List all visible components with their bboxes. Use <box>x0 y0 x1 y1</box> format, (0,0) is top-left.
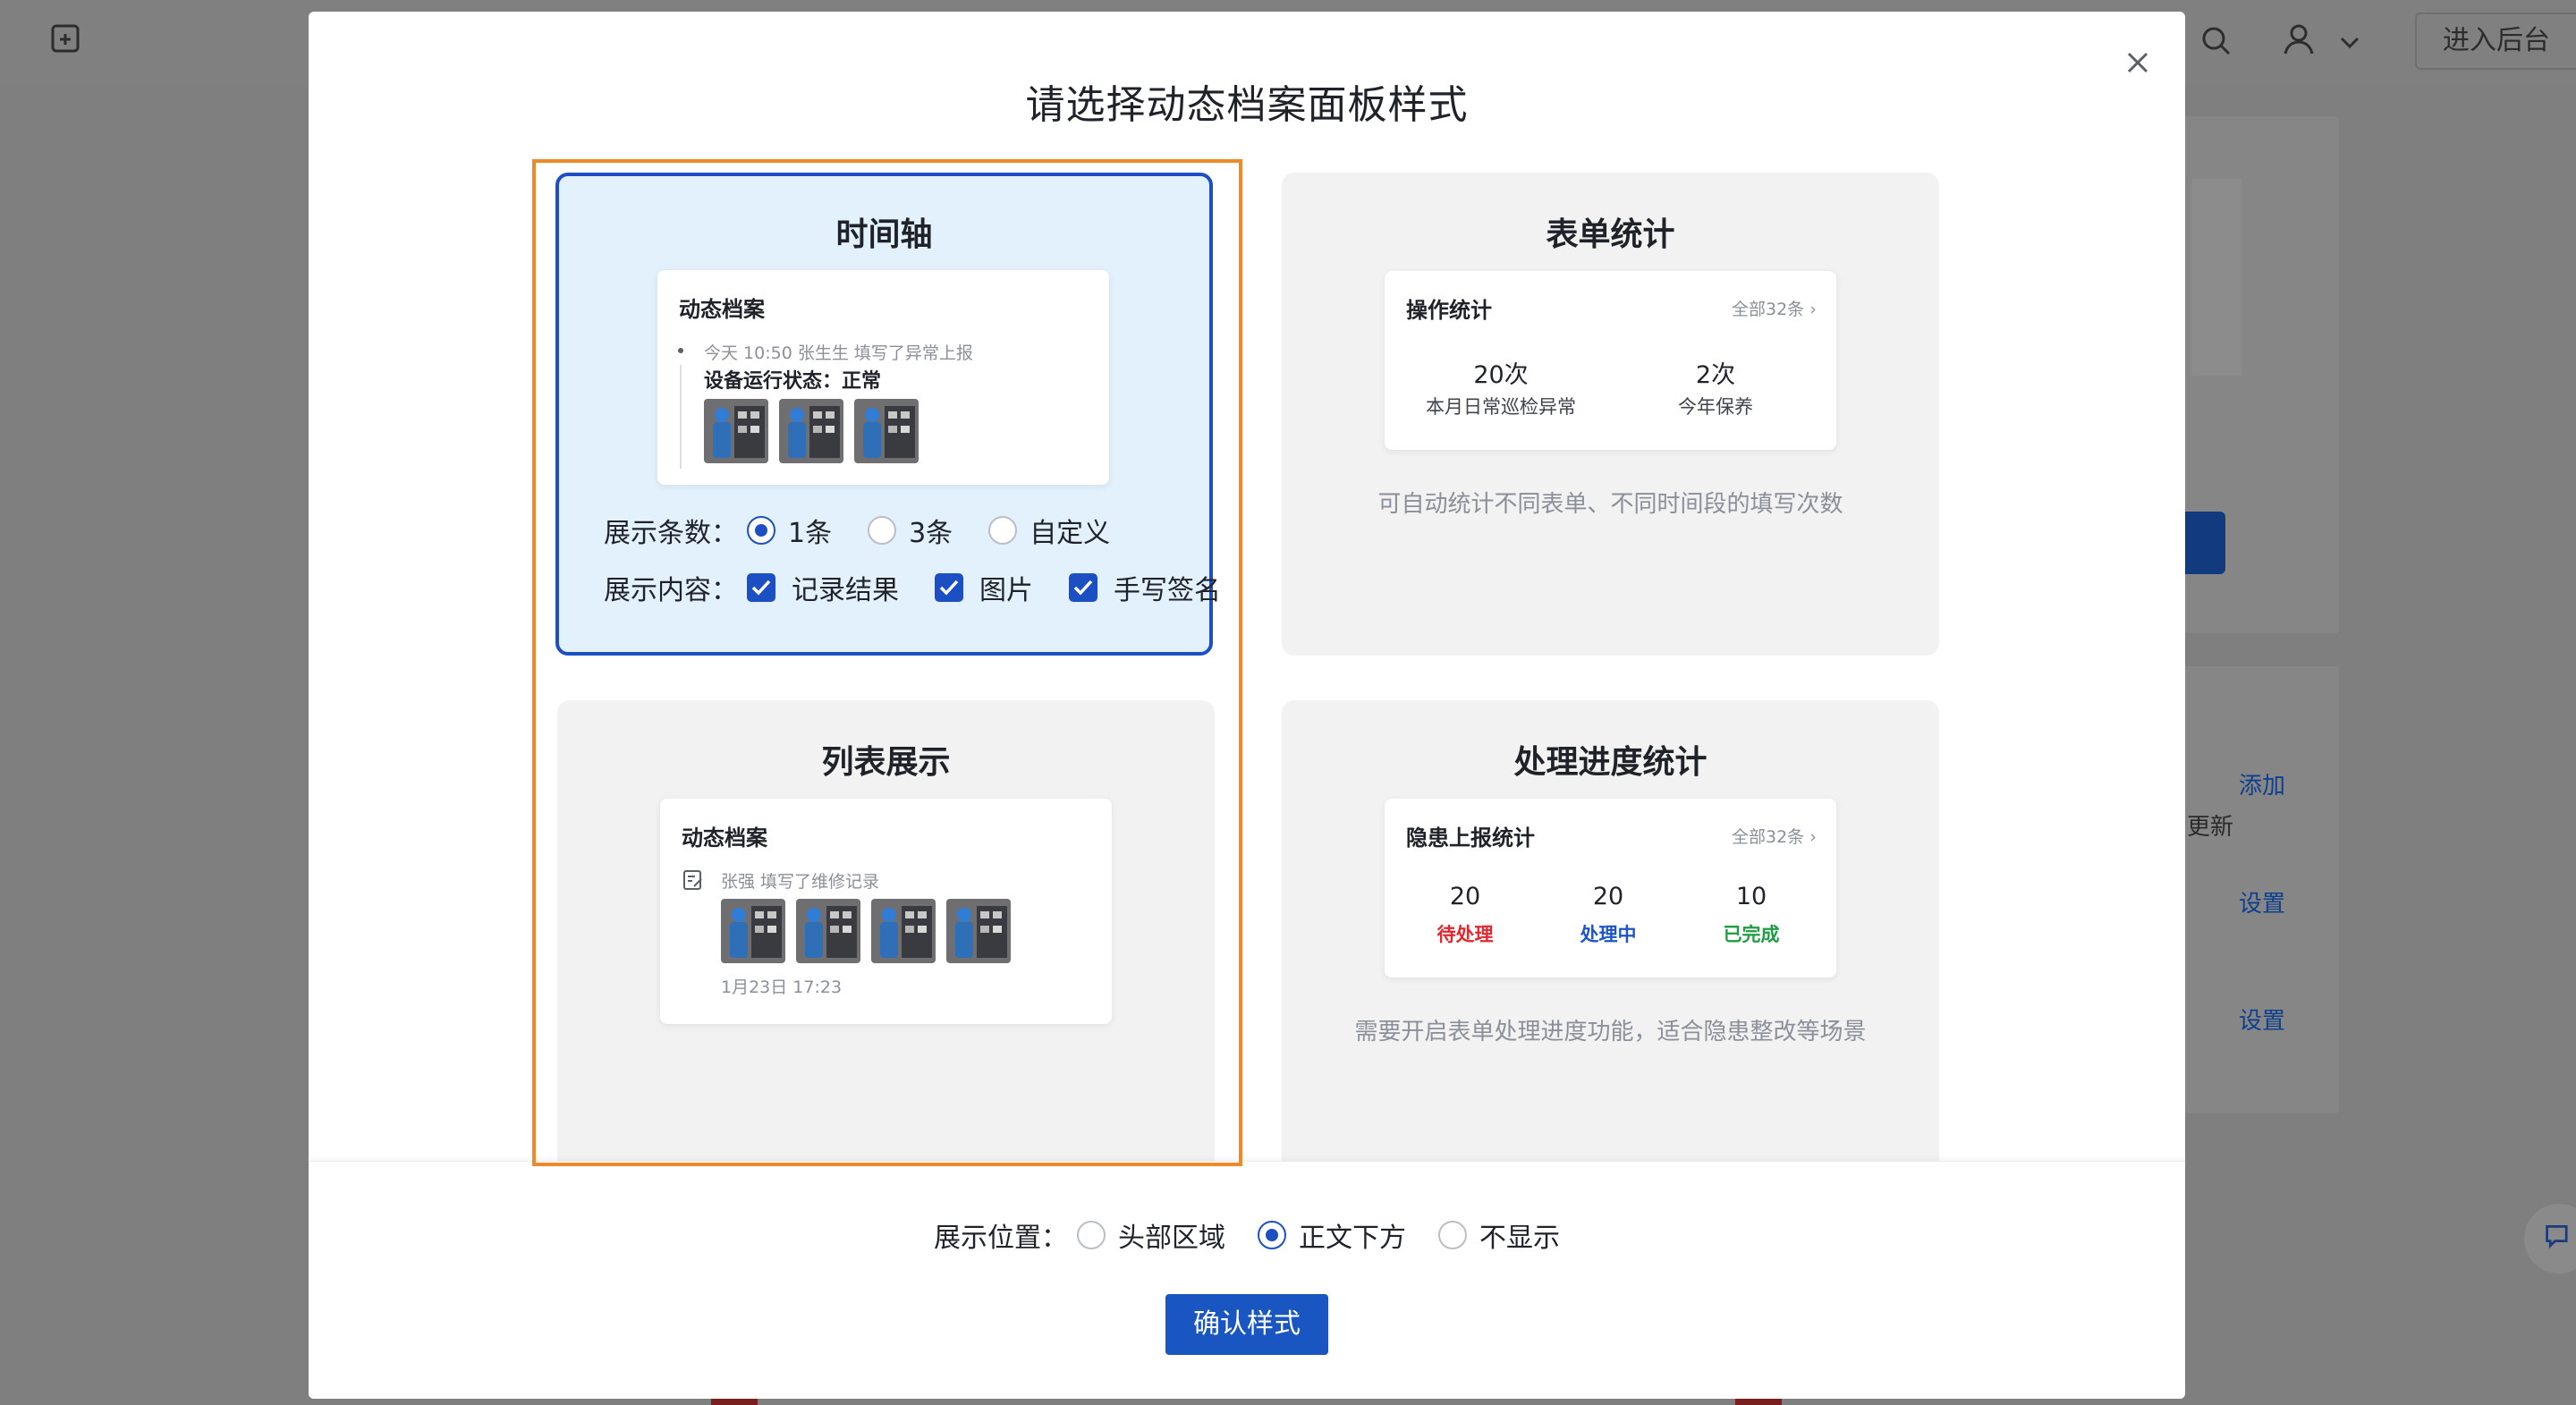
chevron-right-icon: › <box>1809 827 1817 847</box>
style-card-progress-stats[interactable]: 处理进度统计 隐患上报统计 全部32条 › 20 待处理 20 处理中 10 已… <box>1282 700 1939 1161</box>
checkbox-checked[interactable] <box>747 573 775 602</box>
new-note-icon[interactable] <box>50 23 82 55</box>
card-title: 时间轴 <box>835 216 933 253</box>
display-content-label: 展示内容： <box>604 575 738 606</box>
preview-heading: 动态档案 <box>679 297 765 322</box>
option-label: 3条 <box>909 518 953 549</box>
chat-button[interactable] <box>2524 1204 2576 1274</box>
stat-label-processing: 处理中 <box>1580 924 1637 945</box>
photo-thumbnail <box>779 399 843 463</box>
photo-thumbnail <box>721 899 785 963</box>
option-label: 图片 <box>979 575 1033 606</box>
stat-value: 2次 <box>1695 361 1736 389</box>
count-option-custom[interactable]: 自定义 <box>988 511 1110 550</box>
stat-label-completed: 已完成 <box>1723 924 1780 945</box>
count-option-3[interactable]: 3条 <box>868 511 953 550</box>
chat-icon <box>2546 1225 2568 1249</box>
timeline-line <box>678 348 683 469</box>
stat-value: 20次 <box>1473 361 1529 389</box>
update-text: 更新 <box>2187 814 2234 841</box>
placeholder-block <box>2191 179 2241 376</box>
user-icon[interactable] <box>2281 21 2317 57</box>
dialog-title: 请选择动态档案面板样式 <box>1025 82 1469 128</box>
style-card-timeline[interactable]: 时间轴 动态档案 今天 10:50 张生生 填写了异常上报 设备运行状态：正常 <box>555 173 1221 656</box>
form-stats-preview: 操作统计 全部32条 › 20次 本月日常巡检异常 2次 今年保养 <box>1385 271 1836 450</box>
card-title: 表单统计 <box>1546 216 1675 253</box>
photo-thumbnail <box>796 899 860 963</box>
content-option-record-result[interactable]: 记录结果 <box>747 568 899 607</box>
timeline-preview: 动态档案 今天 10:50 张生生 填写了异常上报 设备运行状态：正常 <box>657 270 1109 485</box>
chevron-down-icon[interactable] <box>2336 29 2363 55</box>
record-status: 设备运行状态：正常 <box>704 370 882 393</box>
option-label: 不显示 <box>1479 1223 1560 1254</box>
stat-value: 20 <box>1592 883 1624 910</box>
style-options-area[interactable]: 请选择动态档案面板样式 时间轴 动态档案 今天 10:50 张生生 填写了异常上… <box>309 12 2185 1161</box>
position-option-hidden[interactable]: 不显示 <box>1438 1215 1560 1255</box>
display-content-row: 展示内容： 记录结果 图片 手写签名 <box>604 568 1221 607</box>
photo-thumbnail <box>854 399 919 463</box>
option-label: 记录结果 <box>792 575 899 606</box>
dialog-footer: 展示位置： 头部区域 正文下方 不显示 确认样式 <box>309 1161 2185 1399</box>
position-option-below-body[interactable]: 正文下方 <box>1258 1215 1406 1255</box>
preview-heading: 隐患上报统计 <box>1406 825 1535 851</box>
view-all-link[interactable]: 全部32条 › <box>1732 824 1817 848</box>
checkbox-checked[interactable] <box>1069 573 1097 602</box>
card-description: 可自动统计不同表单、不同时间段的填写次数 <box>1377 491 1843 518</box>
content-option-images[interactable]: 图片 <box>935 568 1033 607</box>
progress-stats-preview: 隐患上报统计 全部32条 › 20 待处理 20 处理中 10 已完成 <box>1385 799 1836 978</box>
background-panel <box>2165 116 2339 633</box>
option-label: 1条 <box>788 518 833 549</box>
edit-record-icon <box>683 870 702 890</box>
view-all-link[interactable]: 全部32条 › <box>1732 296 1817 320</box>
preview-heading: 操作统计 <box>1406 298 1492 323</box>
search-icon[interactable] <box>2199 23 2234 59</box>
photo-thumbnail <box>704 399 768 463</box>
card-title: 列表展示 <box>821 744 951 781</box>
position-option-header[interactable]: 头部区域 <box>1077 1215 1225 1255</box>
display-count-row: 展示条数： 1条 3条 自定义 <box>604 511 1146 550</box>
count-option-1[interactable]: 1条 <box>747 511 832 550</box>
stat-value: 10 <box>1735 883 1767 910</box>
display-count-label: 展示条数： <box>604 518 738 549</box>
radio-button[interactable] <box>868 516 897 545</box>
stat-label: 本月日常巡检异常 <box>1426 396 1576 418</box>
radio-button[interactable] <box>1258 1221 1286 1249</box>
stat-label-pending: 待处理 <box>1436 924 1494 945</box>
checkbox-checked[interactable] <box>935 573 963 602</box>
photo-thumbnail <box>946 899 1011 963</box>
list-preview: 动态档案 张强 填写了维修记录 1月23日 17:23 <box>660 799 1112 1024</box>
card-description: 需要开启表单处理进度功能，适合隐患整改等场景 <box>1354 1019 1867 1045</box>
radio-button[interactable] <box>1077 1221 1106 1249</box>
display-position-label: 展示位置： <box>934 1223 1068 1254</box>
style-card-form-stats[interactable]: 表单统计 操作统计 全部32条 › 20次 本月日常巡检异常 2次 今年保养 可… <box>1282 173 1939 656</box>
stat-value: 20 <box>1449 883 1481 910</box>
photo-thumbnail <box>871 899 936 963</box>
record-meta: 张强 填写了维修记录 <box>721 872 880 892</box>
option-label: 正文下方 <box>1299 1223 1406 1254</box>
stat-label: 今年保养 <box>1678 396 1753 418</box>
preview-heading: 动态档案 <box>682 825 767 851</box>
radio-button[interactable] <box>988 516 1018 545</box>
radio-button[interactable] <box>747 516 775 545</box>
option-label: 自定义 <box>1030 518 1111 549</box>
option-label: 头部区域 <box>1118 1223 1225 1254</box>
style-card-list[interactable]: 列表展示 动态档案 张强 填写了维修记录 1月23日 17:23 <box>557 700 1215 1161</box>
chevron-right-icon: › <box>1809 300 1817 319</box>
add-link[interactable]: 添加 <box>2239 767 2285 800</box>
panel-style-dialog: 请选择动态档案面板样式 时间轴 动态档案 今天 10:50 张生生 填写了异常上… <box>309 12 2185 1399</box>
record-date: 1月23日 17:23 <box>721 978 843 997</box>
option-label: 手写签名 <box>1114 575 1221 606</box>
card-title: 处理进度统计 <box>1513 744 1707 781</box>
enter-backend-button[interactable]: 进入后台 <box>2415 13 2576 70</box>
settings-link[interactable]: 设置 <box>2239 1003 2285 1036</box>
close-icon[interactable] <box>2120 45 2156 80</box>
display-position-row: 展示位置： 头部区域 正文下方 不显示 <box>309 1215 2185 1255</box>
content-option-signature[interactable]: 手写签名 <box>1069 568 1221 607</box>
record-meta: 今天 10:50 张生生 填写了异常上报 <box>704 343 973 363</box>
radio-button[interactable] <box>1438 1221 1467 1249</box>
confirm-style-button[interactable]: 确认样式 <box>1165 1294 1328 1355</box>
settings-link[interactable]: 设置 <box>2239 885 2285 918</box>
